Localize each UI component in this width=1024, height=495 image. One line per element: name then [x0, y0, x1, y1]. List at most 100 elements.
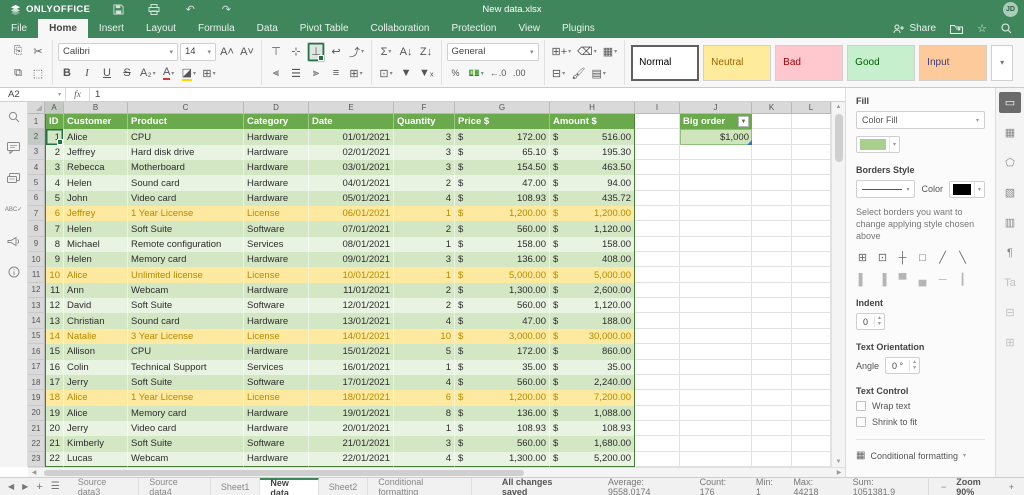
cell-b10[interactable]: Helen [64, 252, 128, 267]
row-header-15[interactable]: 15 [28, 329, 45, 344]
cell-j20[interactable] [680, 406, 752, 421]
row-header-2[interactable]: 2 [28, 129, 45, 144]
cell-h12[interactable]: $2,600.00 [550, 283, 635, 298]
cell-f14[interactable]: 4 [394, 313, 455, 328]
cell-b14[interactable]: Christian [64, 313, 128, 328]
cell-g14[interactable]: $47.00 [455, 313, 550, 328]
row-header-12[interactable]: 12 [28, 283, 45, 298]
cell-e23[interactable]: 22/01/2021 [309, 452, 394, 467]
cell-b7[interactable]: Jeffrey [64, 206, 128, 221]
cell-i7[interactable] [635, 206, 680, 221]
cell-d22[interactable]: Software [244, 436, 309, 451]
column-header-f[interactable]: F [394, 102, 455, 114]
cell-h9[interactable]: $158.00 [550, 237, 635, 252]
sort-asc-button[interactable]: A↓ [397, 42, 415, 62]
border-diag-up-button[interactable]: ╱ [936, 251, 949, 264]
cell-a10[interactable]: 9 [45, 252, 64, 267]
scroll-left-icon[interactable]: ◀ [28, 468, 40, 478]
feedback-button[interactable] [4, 232, 24, 250]
cell-c6[interactable]: Video card [128, 191, 244, 206]
cell-b5[interactable]: Helen [64, 175, 128, 190]
cell-a17[interactable]: 16 [45, 360, 64, 375]
cell-f13[interactable]: 2 [394, 298, 455, 313]
cell-b21[interactable]: Jerry [64, 421, 128, 436]
cell-j15[interactable] [680, 329, 752, 344]
row-header-11[interactable]: 11 [28, 267, 45, 282]
cell-i10[interactable] [635, 252, 680, 267]
sheet-tab-source-data4[interactable]: Source data4 [139, 478, 211, 495]
cell-f4[interactable]: 3 [394, 160, 455, 175]
row-header-18[interactable]: 18 [28, 375, 45, 390]
cell-settings-icon[interactable]: ▭ [999, 92, 1021, 113]
cell-e20[interactable]: 19/01/2021 [309, 406, 394, 421]
column-header-b[interactable]: B [64, 102, 128, 114]
cell-l5[interactable] [792, 175, 831, 190]
cell-g9[interactable]: $158.00 [455, 237, 550, 252]
cell-c5[interactable]: Sound card [128, 175, 244, 190]
cell-l19[interactable] [792, 390, 831, 405]
cell-b11[interactable]: Alice [64, 267, 128, 282]
clear-filter-button[interactable]: ▼ₓ [417, 63, 436, 83]
cell-h4[interactable]: $463.50 [550, 160, 635, 175]
cell-d9[interactable]: Services [244, 237, 309, 252]
cell-j23[interactable] [680, 452, 752, 467]
border-line-style-select[interactable]: ▾ [856, 180, 915, 198]
save-button[interactable] [106, 0, 130, 19]
cell-a22[interactable]: 21 [45, 436, 64, 451]
paragraph-settings-icon[interactable]: ¶ [999, 242, 1021, 263]
decrease-font-button[interactable]: A˅ [238, 42, 256, 62]
cell-e10[interactable]: 09/01/2021 [309, 252, 394, 267]
border-diag-down-button[interactable]: ╲ [956, 251, 969, 264]
cell-j8[interactable] [680, 221, 752, 236]
header-cell-product[interactable]: Product [128, 114, 244, 129]
cell-e18[interactable]: 17/01/2021 [309, 375, 394, 390]
row-header-14[interactable]: 14 [28, 313, 45, 328]
cell-l23[interactable] [792, 452, 831, 467]
add-sheet-button[interactable]: + [36, 481, 42, 493]
shrink-to-fit-checkbox[interactable] [856, 417, 866, 427]
cell-k23[interactable] [752, 452, 792, 467]
cell-j16[interactable] [680, 344, 752, 359]
cell-g23[interactable]: $1,300.00 [455, 452, 550, 467]
cell-h5[interactable]: $94.00 [550, 175, 635, 190]
sheet-tab-new-data[interactable]: New data [260, 478, 318, 495]
paste-button[interactable]: ⎘ [9, 42, 27, 62]
cell-d14[interactable]: Hardware [244, 313, 309, 328]
align-left-button[interactable]: ⫷ [267, 63, 285, 83]
cell-d10[interactable]: Hardware [244, 252, 309, 267]
cell-f23[interactable]: 4 [394, 452, 455, 467]
cell-j13[interactable] [680, 298, 752, 313]
cell-i16[interactable] [635, 344, 680, 359]
justify-button[interactable]: ≡ [327, 63, 345, 83]
borders-button[interactable]: ⊞▾ [200, 63, 218, 83]
cell-a13[interactable]: 12 [45, 298, 64, 313]
subscript-button[interactable]: A₂▾ [138, 63, 158, 83]
cell-a5[interactable]: 4 [45, 175, 64, 190]
border-center-v-button[interactable]: ▐ [876, 273, 889, 286]
cell-a20[interactable]: 19 [45, 406, 64, 421]
cell-e3[interactable]: 02/01/2021 [309, 145, 394, 160]
formula-input[interactable]: 1 [90, 88, 845, 101]
cell-f5[interactable]: 2 [394, 175, 455, 190]
cell-c22[interactable]: Soft Suite [128, 436, 244, 451]
border-top-button[interactable]: ▄ [916, 273, 929, 286]
cell-b19[interactable]: Alice [64, 390, 128, 405]
cell-b6[interactable]: John [64, 191, 128, 206]
cell-i18[interactable] [635, 375, 680, 390]
column-header-l[interactable]: L [792, 102, 831, 114]
clear-button[interactable]: ⌫▾ [575, 42, 599, 62]
cell-l8[interactable] [792, 221, 831, 236]
cell-d3[interactable]: Hardware [244, 145, 309, 160]
sheet-tab-sheet2[interactable]: Sheet2 [319, 478, 369, 495]
row-header-16[interactable]: 16 [28, 344, 45, 359]
cell-name-box[interactable]: A2▾ [0, 88, 66, 101]
table-settings-icon[interactable]: ▦ [999, 122, 1021, 143]
cell-a21[interactable]: 20 [45, 421, 64, 436]
row-header-9[interactable]: 9 [28, 237, 45, 252]
cell-h20[interactable]: $1,088.00 [550, 406, 635, 421]
decrease-decimal-button[interactable]: ←.0 [488, 63, 509, 83]
search-button[interactable] [1001, 23, 1012, 34]
row-header-17[interactable]: 17 [28, 360, 45, 375]
cell-i4[interactable] [635, 160, 680, 175]
cell-i14[interactable] [635, 313, 680, 328]
